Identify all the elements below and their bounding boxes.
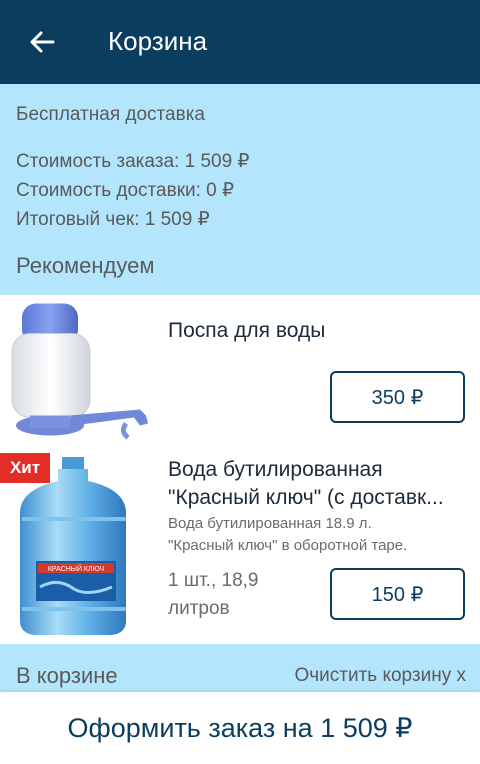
order-cost: Стоимость заказа: 1 509 ₽: [16, 151, 250, 172]
product-qty-line1: 1 шт., 18,9: [168, 570, 259, 591]
product-name: Поспа для воды: [168, 319, 326, 342]
water-pump-image: [11, 303, 148, 440]
price-button[interactable]: 150 ₽: [330, 568, 465, 620]
delivery-cost: Стоимость доставки: 0 ₽: [16, 180, 235, 201]
page-title: Корзина: [108, 26, 208, 56]
clear-cart-link[interactable]: Очистить корзину х: [294, 665, 466, 687]
delivery-note: Бесплатная доставка: [16, 104, 205, 125]
recommend-title: Рекомендуем: [16, 253, 155, 278]
product-description-line2: "Красный ключ" в оборотной таре.: [168, 537, 408, 554]
product-name: "Красный ключ" (с доставк...: [168, 486, 444, 509]
product-card-water[interactable]: КРАСНЫЙ КЛЮЧ Хит Вода бутилированная "Кр…: [0, 453, 480, 643]
app-bar: Корзина: [0, 0, 480, 84]
water-bottle-image: КРАСНЫЙ КЛЮЧ: [20, 457, 126, 635]
product-description-line1: Вода бутилированная 18.9 л.: [168, 515, 372, 532]
checkout-button[interactable]: Оформить заказ на 1 509 ₽: [0, 692, 480, 764]
back-button[interactable]: [18, 20, 66, 64]
cart-title: В корзине: [16, 663, 118, 688]
product-qty-line2: литров: [168, 598, 230, 619]
arrow-left-icon: [30, 31, 55, 53]
bottle-label-text: КРАСНЫЙ КЛЮЧ: [48, 564, 105, 573]
total-check: Итоговый чек: 1 509 ₽: [16, 209, 210, 230]
price-button[interactable]: 350 ₽: [330, 371, 465, 423]
product-card-pump[interactable]: Поспа для воды 350 ₽: [0, 295, 480, 450]
recommend-list: Поспа для воды 350 ₽ КРАСНЫЙ КЛЮЧ Хит Во…: [0, 295, 480, 644]
product-name-line: Вода бутилированная: [168, 458, 383, 481]
hit-badge: Хит: [0, 453, 50, 483]
